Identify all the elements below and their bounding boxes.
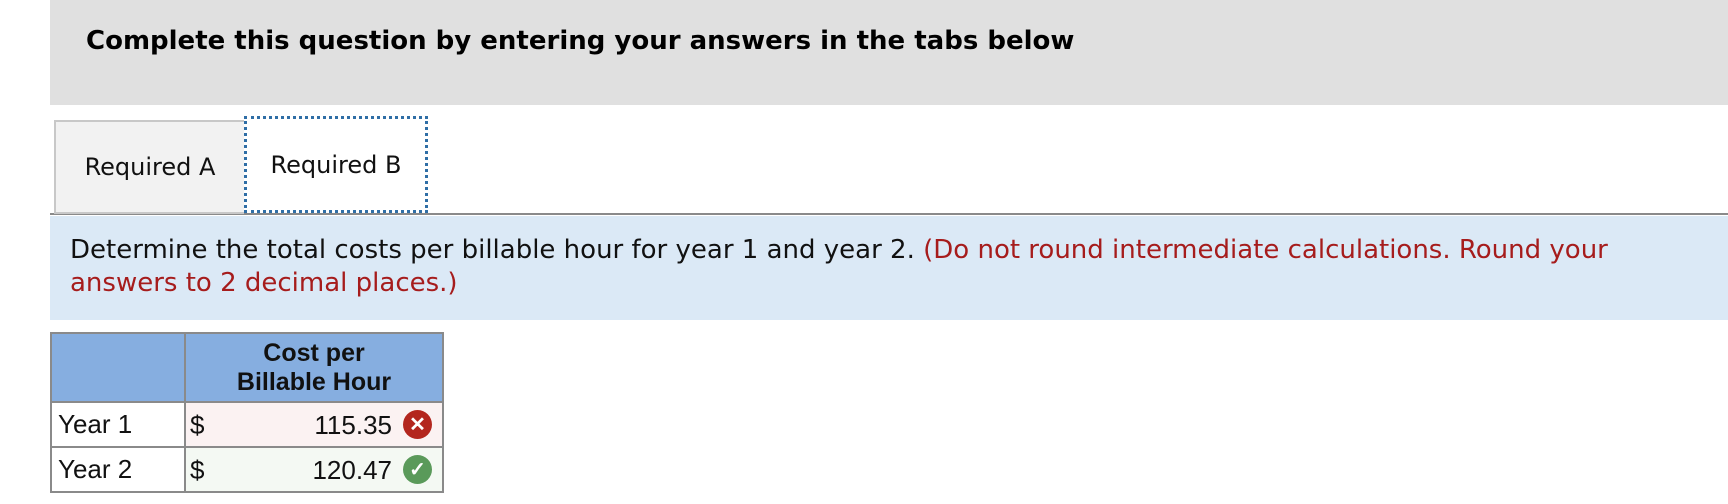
answer-input-year-2[interactable]: $ 120.47 ✓ [184, 446, 444, 493]
tab-required-a[interactable]: Required A [54, 120, 244, 214]
table-row: Year 1 $ 115.35 ✕ [50, 401, 444, 448]
currency-symbol: $ [190, 410, 205, 440]
tab-bar-divider [50, 213, 1728, 215]
answer-value: 115.35 [314, 410, 392, 440]
table-header-cost: Cost per Billable Hour [184, 332, 444, 403]
x-circle-icon: ✕ [403, 410, 432, 439]
tab-label: Required A [84, 153, 216, 181]
instruction-text: Determine the total costs per billable h… [70, 234, 1670, 300]
table-row: Year 2 $ 120.47 ✓ [50, 446, 444, 493]
tab-label: Required B [270, 150, 402, 179]
row-label: Year 2 [50, 446, 186, 493]
instruction-main: Determine the total costs per billable h… [70, 235, 915, 265]
table-header-blank [50, 332, 186, 403]
check-circle-icon: ✓ [403, 455, 432, 484]
tab-required-b[interactable]: Required B [244, 116, 428, 213]
answer-table: Cost per Billable Hour Year 1 $ 115.35 ✕… [50, 332, 444, 493]
page-title: Complete this question by entering your … [86, 26, 1075, 56]
row-label: Year 1 [50, 401, 186, 448]
answer-input-year-1[interactable]: $ 115.35 ✕ [184, 401, 444, 448]
currency-symbol: $ [190, 455, 205, 485]
answer-value: 120.47 [312, 455, 392, 485]
column-header-label: Cost per Billable Hour [236, 338, 392, 396]
